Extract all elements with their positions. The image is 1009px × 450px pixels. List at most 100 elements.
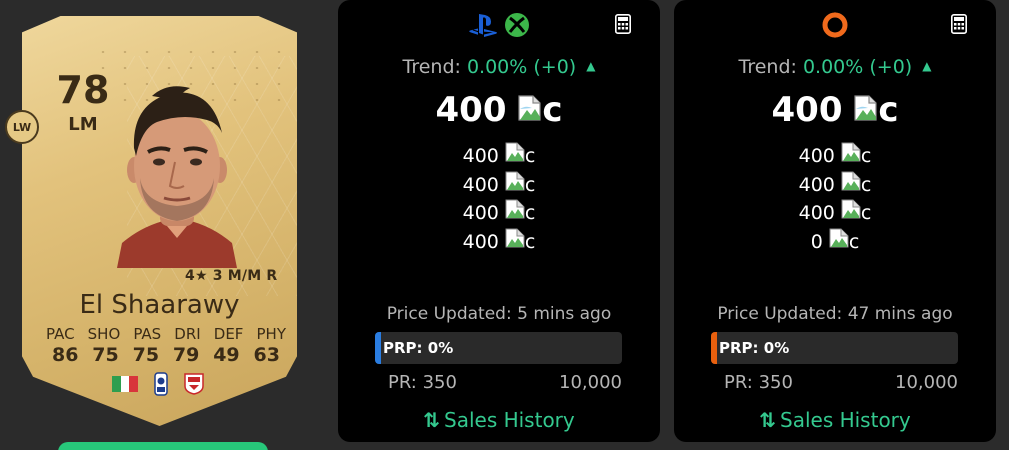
main-price: 400 c bbox=[338, 90, 660, 130]
prp-label: PRP: 0% bbox=[719, 339, 790, 357]
main-price: 400 c bbox=[674, 90, 996, 130]
price-updated: Price Updated: 47 mins ago bbox=[717, 304, 953, 324]
price-range-min: PR: 350 bbox=[388, 372, 457, 393]
coin-alt-text: c bbox=[860, 173, 872, 196]
coin-alt-text: c bbox=[524, 230, 536, 253]
platform-icons bbox=[674, 12, 996, 38]
price-list: 400 c 400 c 400 c 400 c bbox=[338, 142, 660, 256]
player-card-area: LW 78 LM 4★ 3 M/M R El Shaarawy PAC SHO bbox=[0, 0, 320, 450]
coin-alt-text: c bbox=[524, 173, 536, 196]
stat-label-def: DEF bbox=[213, 325, 244, 343]
price-value: 400 bbox=[462, 145, 499, 167]
coin-icon: c bbox=[841, 171, 871, 200]
trend-value: 0.00% (+0) bbox=[466, 56, 577, 78]
playstation-icon[interactable] bbox=[468, 12, 498, 38]
main-price-value: 400 bbox=[771, 90, 843, 130]
coin-alt-text: c bbox=[848, 230, 860, 253]
coin-icon: c bbox=[505, 228, 535, 257]
price-value: 400 bbox=[798, 202, 835, 224]
stat-value-sho: 75 bbox=[92, 344, 119, 366]
stat-label-pas: PAS bbox=[133, 325, 162, 343]
prp-bar: PRP: 0% bbox=[711, 332, 958, 364]
price-list-item: 400 c bbox=[338, 142, 660, 171]
player-skills-workrates: 4★ 3 M/M R bbox=[185, 268, 278, 284]
coin-icon: c bbox=[505, 199, 535, 228]
price-value: 400 bbox=[462, 230, 499, 253]
coin-alt-text: c bbox=[860, 145, 872, 167]
price-panel-pc: Trend: 0.00% (+0) ▲ 400 c 400 c 400 c 40… bbox=[674, 0, 996, 442]
coin-icon: c bbox=[854, 90, 898, 130]
player-name: El Shaarawy bbox=[79, 290, 240, 320]
stat-values: 86 75 75 79 49 63 bbox=[52, 344, 280, 366]
player-rating: 78 bbox=[56, 68, 110, 112]
price-value: 400 bbox=[462, 202, 499, 224]
price-updated: Price Updated: 5 mins ago bbox=[386, 304, 612, 324]
prp-bar: PRP: 0% bbox=[375, 332, 622, 364]
green-action-button[interactable] bbox=[58, 442, 268, 450]
coin-alt-text: c bbox=[878, 90, 899, 130]
sales-history-button[interactable]: ⇅ Sales History bbox=[338, 408, 660, 432]
price-list-item: 400 c bbox=[338, 199, 660, 228]
trend-label: Trend: bbox=[402, 56, 461, 78]
alt-position-label: LW bbox=[12, 120, 32, 134]
platform-icons bbox=[338, 12, 660, 38]
coin-alt-text: c bbox=[524, 202, 536, 224]
league-icon bbox=[154, 372, 168, 396]
sort-arrows-icon: ⇅ bbox=[759, 408, 776, 432]
coin-alt-text: c bbox=[524, 145, 536, 167]
stat-label-pac: PAC bbox=[46, 325, 75, 343]
trend-up-icon: ▲ bbox=[922, 59, 932, 73]
trend-label: Trend: bbox=[738, 56, 797, 78]
price-value: 400 bbox=[462, 173, 499, 196]
stat-value-pas: 75 bbox=[132, 344, 160, 366]
origin-icon[interactable] bbox=[822, 12, 848, 38]
price-list-item: 400 c bbox=[338, 228, 660, 257]
club-icon bbox=[184, 373, 204, 395]
stat-label-phy: PHY bbox=[256, 325, 287, 343]
price-range-row: PR: 350 10,000 bbox=[724, 372, 958, 393]
sort-arrows-icon: ⇅ bbox=[423, 408, 440, 432]
prp-accent bbox=[375, 332, 381, 364]
stat-label-dri: DRI bbox=[174, 325, 201, 343]
alt-position-badge: LW bbox=[5, 110, 39, 144]
price-range-max: 10,000 bbox=[559, 372, 622, 393]
coin-icon: c bbox=[505, 142, 535, 171]
coin-alt-text: c bbox=[860, 202, 872, 224]
player-badges bbox=[112, 372, 204, 396]
stat-value-pac: 86 bbox=[52, 344, 79, 366]
price-range-max: 10,000 bbox=[895, 372, 958, 393]
coin-icon: c bbox=[829, 228, 859, 257]
player-position: LM bbox=[68, 114, 98, 135]
price-value: 0 bbox=[810, 230, 823, 253]
xbox-icon[interactable] bbox=[504, 12, 530, 38]
price-range-row: PR: 350 10,000 bbox=[388, 372, 622, 393]
stat-value-def: 49 bbox=[213, 344, 240, 366]
sales-history-label: Sales History bbox=[444, 408, 575, 432]
calculator-icon[interactable] bbox=[951, 14, 967, 34]
sales-history-button[interactable]: ⇅ Sales History bbox=[674, 408, 996, 432]
stat-value-dri: 79 bbox=[172, 344, 200, 366]
coin-alt-text: c bbox=[542, 90, 563, 130]
price-list: 400 c 400 c 400 c 0 c bbox=[674, 142, 996, 256]
main-price-value: 400 bbox=[435, 90, 507, 130]
price-value: 400 bbox=[798, 145, 835, 167]
trend-row: Trend: 0.00% (+0) ▲ bbox=[338, 56, 660, 78]
trend-row: Trend: 0.00% (+0) ▲ bbox=[674, 56, 996, 78]
stat-labels: PAC SHO PAS DRI DEF PHY bbox=[46, 325, 286, 343]
price-range-min: PR: 350 bbox=[724, 372, 793, 393]
price-value: 400 bbox=[798, 173, 835, 196]
price-list-item: 0 c bbox=[674, 228, 996, 257]
price-list-item: 400 c bbox=[674, 171, 996, 200]
price-list-item: 400 c bbox=[338, 171, 660, 200]
prp-label: PRP: 0% bbox=[383, 339, 454, 357]
trend-up-icon: ▲ bbox=[586, 59, 596, 73]
stat-label-sho: SHO bbox=[87, 325, 121, 343]
coin-icon: c bbox=[841, 142, 871, 171]
coin-icon: c bbox=[505, 171, 535, 200]
coin-icon: c bbox=[841, 199, 871, 228]
calculator-icon[interactable] bbox=[615, 14, 631, 34]
price-panel-console: Trend: 0.00% (+0) ▲ 400 c 400 c 400 c 40… bbox=[338, 0, 660, 442]
price-list-item: 400 c bbox=[674, 142, 996, 171]
sales-history-label: Sales History bbox=[780, 408, 911, 432]
nation-flag-icon bbox=[112, 376, 139, 392]
